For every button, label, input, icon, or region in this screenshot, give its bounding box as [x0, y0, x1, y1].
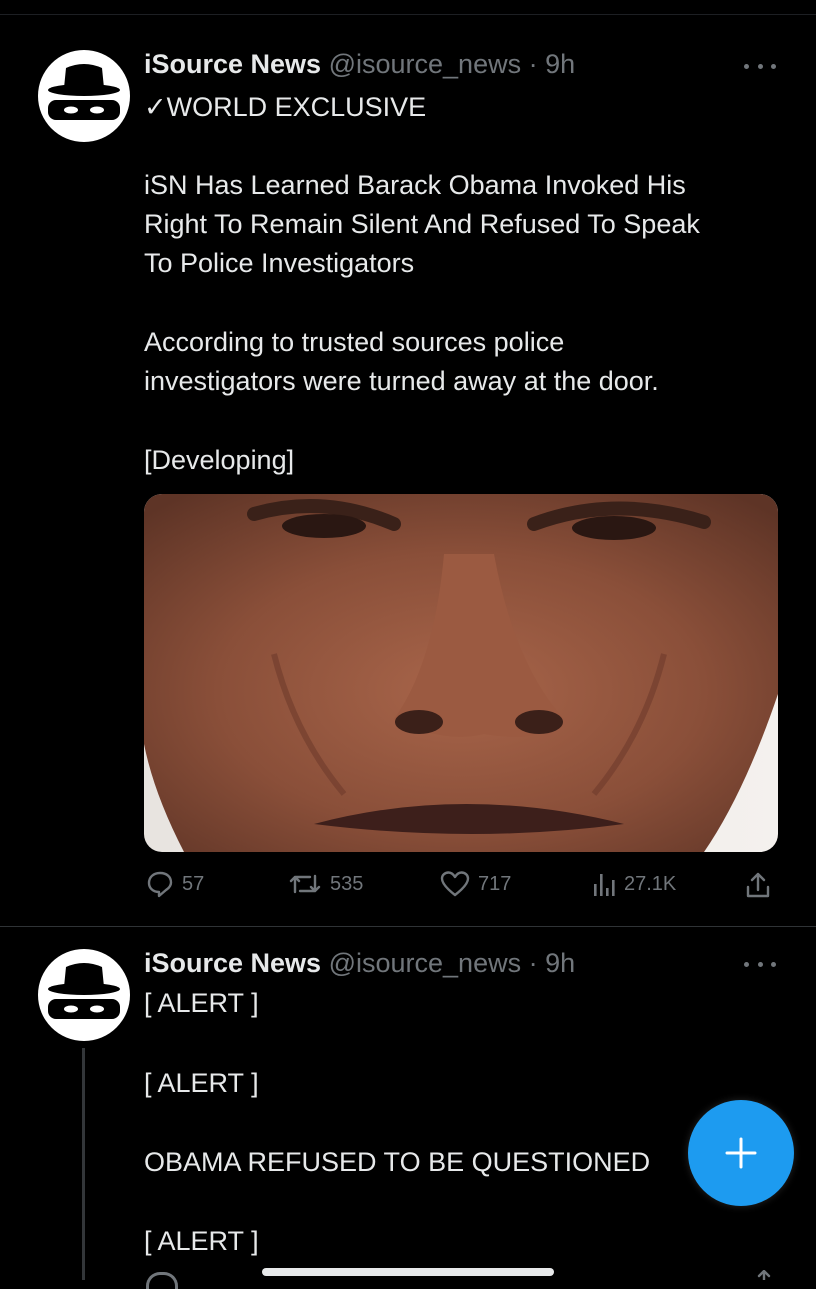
tweet-text-line: According to trusted sources police — [144, 327, 565, 357]
more-options-icon[interactable] — [744, 56, 776, 76]
author-name[interactable]: iSource News — [144, 49, 321, 79]
reply-count: 57 — [182, 872, 205, 895]
tweet-text-line: [ ALERT ] — [144, 1068, 259, 1098]
author-name[interactable]: iSource News — [144, 948, 321, 978]
tweet-header: iSource News @isource_news · 9h — [144, 48, 575, 80]
tweet-text-line: [ ALERT ] — [144, 988, 259, 1018]
avatar[interactable] — [38, 50, 130, 142]
tweet-text-line: Right To Remain Silent And Refused To Sp… — [144, 209, 700, 239]
views-button[interactable]: 27.1K — [592, 870, 676, 898]
plus-icon — [725, 1137, 757, 1169]
tweet-text-line: ✓WORLD EXCLUSIVE — [144, 92, 427, 122]
reply-button[interactable]: 57 — [146, 870, 204, 898]
heart-icon — [440, 871, 470, 897]
timestamp[interactable]: 9h — [545, 49, 575, 79]
like-count: 717 — [478, 872, 512, 895]
tweet-text-line: OBAMA REFUSED TO BE QUESTIONED — [144, 1147, 651, 1177]
tweet-text-line: iSN Has Learned Barack Obama Invoked His — [144, 170, 686, 200]
compose-button[interactable] — [688, 1100, 794, 1206]
tweet-text-line: [Developing] — [144, 445, 295, 475]
retweet-icon — [289, 874, 321, 894]
tweet-actions: 57 535 717 27.1K — [0, 866, 816, 906]
tweet-text-line: To Police Investigators — [144, 248, 415, 278]
share-icon — [746, 872, 770, 898]
home-indicator[interactable] — [262, 1268, 554, 1276]
author-handle[interactable]: @isource_news — [329, 49, 522, 79]
more-options-icon[interactable] — [744, 954, 776, 974]
author-handle[interactable]: @isource_news — [329, 948, 522, 978]
masked-hat-avatar-icon — [48, 963, 120, 1019]
separator-dot: · — [528, 948, 538, 978]
tweet-text-line: investigators were turned away at the do… — [144, 366, 659, 396]
like-button[interactable]: 717 — [440, 870, 511, 898]
face-photo — [144, 494, 778, 852]
separator-dot: · — [528, 49, 538, 79]
tweet-header: iSource News @isource_news · 9h — [144, 947, 575, 979]
tweet-text-line: [ ALERT ] — [144, 1226, 259, 1256]
tweet-2[interactable]: iSource News @isource_news · 9h [ ALERT … — [0, 927, 816, 1280]
retweet-button[interactable]: 535 — [288, 870, 363, 898]
tweet-1[interactable]: iSource News @isource_news · 9h ✓WORLD E… — [0, 0, 816, 926]
reply-icon — [147, 871, 173, 898]
thread-connector-line — [82, 1048, 85, 1280]
masked-hat-avatar-icon — [48, 64, 120, 120]
reply-icon[interactable] — [146, 1272, 178, 1289]
timestamp[interactable]: 9h — [545, 948, 575, 978]
share-icon[interactable] — [754, 1270, 774, 1280]
avatar[interactable] — [38, 949, 130, 1041]
tweet-photo[interactable] — [144, 494, 778, 852]
views-count: 27.1K — [624, 872, 677, 895]
share-button[interactable] — [744, 870, 772, 900]
retweet-count: 535 — [330, 872, 364, 895]
views-icon — [594, 874, 615, 896]
